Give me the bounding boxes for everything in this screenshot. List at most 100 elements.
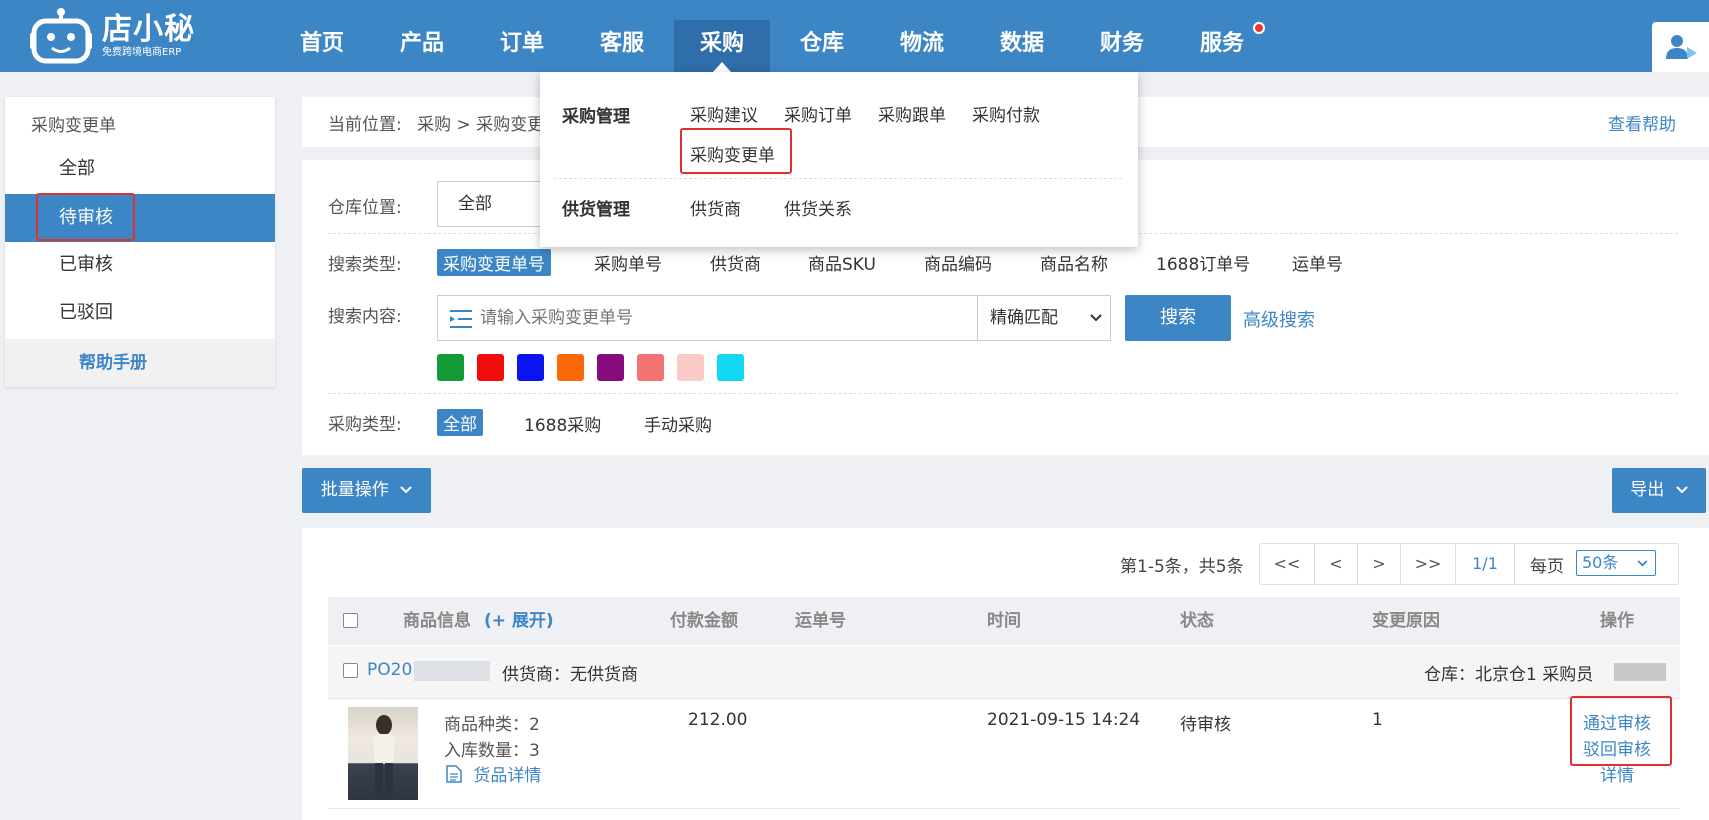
sidebar-item-all[interactable]: 全部 bbox=[5, 145, 275, 193]
payment-amount: 212.00 bbox=[688, 710, 748, 730]
product-image-icon bbox=[374, 715, 394, 797]
search-type-tracking[interactable]: 运单号 bbox=[1292, 250, 1343, 275]
logo[interactable]: 店小秘 免费跨境电商ERP bbox=[30, 0, 195, 72]
breadcrumb-purchase[interactable]: 采购 bbox=[417, 115, 451, 135]
product-kinds: 商品种类：2 bbox=[444, 715, 540, 735]
search-input-box[interactable] bbox=[437, 295, 978, 341]
color-swatch-red[interactable] bbox=[477, 354, 504, 381]
goods-detail-link[interactable]: 货品详情 bbox=[446, 761, 541, 786]
robot-logo-icon bbox=[30, 7, 92, 65]
nav-services[interactable]: 服务 bbox=[1190, 20, 1254, 72]
sidebar: 采购变更单 全部 待审核 已审核 已驳回 帮助手册 bbox=[5, 97, 275, 387]
select-all-checkbox[interactable] bbox=[343, 613, 358, 628]
color-swatch-salmon[interactable] bbox=[637, 354, 664, 381]
purchase-dropdown-menu: 采购管理 采购建议 采购订单 采购跟单 采购付款 采购变更单 供货管理 供货商 … bbox=[540, 72, 1138, 247]
batch-operations-button[interactable]: 批量操作 bbox=[302, 468, 431, 513]
chevron-down-icon bbox=[1090, 314, 1102, 322]
batch-operations-label: 批量操作 bbox=[320, 480, 389, 500]
color-swatch-green[interactable] bbox=[437, 354, 464, 381]
search-content-label: 搜索内容: bbox=[328, 307, 402, 327]
menu-item-suppliers[interactable]: 供货商 bbox=[690, 195, 741, 220]
export-label: 导出 bbox=[1630, 480, 1665, 500]
nav-warehouse[interactable]: 仓库 bbox=[790, 20, 854, 72]
search-button[interactable]: 搜索 bbox=[1125, 295, 1231, 341]
pager-prev[interactable]: < bbox=[1314, 543, 1358, 585]
menu-item-supply-relations[interactable]: 供货关系 bbox=[784, 195, 852, 220]
color-swatch-pink[interactable] bbox=[677, 354, 704, 381]
search-type-name[interactable]: 商品名称 bbox=[1040, 250, 1108, 275]
per-page-select[interactable]: 50条 bbox=[1576, 550, 1656, 576]
notification-dot bbox=[1253, 22, 1265, 34]
per-page-label: 每页 bbox=[1530, 557, 1564, 577]
list-icon bbox=[450, 310, 472, 328]
purchase-type-1688[interactable]: 1688采购 bbox=[524, 411, 601, 436]
expand-toggle[interactable]: (+ 展开) bbox=[484, 597, 554, 645]
chevron-down-icon bbox=[1637, 560, 1648, 567]
breadcrumb-prefix: 当前位置: bbox=[328, 115, 402, 135]
color-swatch-cyan[interactable] bbox=[717, 354, 744, 381]
nav-customer-service[interactable]: 客服 bbox=[590, 20, 654, 72]
dropdown-divider bbox=[554, 178, 1122, 179]
match-mode-select[interactable]: 精确匹配 bbox=[977, 295, 1111, 341]
logo-name: 店小秘 bbox=[102, 12, 195, 47]
th-amount: 付款金额 bbox=[670, 611, 738, 631]
search-type-label: 搜索类型: bbox=[328, 255, 402, 275]
nav-finance[interactable]: 财务 bbox=[1090, 20, 1154, 72]
menu-item-purchase-suggestion[interactable]: 采购建议 bbox=[690, 101, 758, 126]
sidebar-item-reviewed[interactable]: 已审核 bbox=[5, 241, 275, 289]
search-type-po-no[interactable]: 采购单号 bbox=[594, 250, 662, 275]
match-mode-value: 精确匹配 bbox=[990, 308, 1058, 328]
pager-last[interactable]: >> bbox=[1400, 543, 1456, 585]
search-type-code[interactable]: 商品编码 bbox=[924, 250, 992, 275]
color-swatch-orange[interactable] bbox=[557, 354, 584, 381]
nav-orders[interactable]: 订单 bbox=[490, 20, 554, 72]
goods-detail-label: 货品详情 bbox=[473, 766, 542, 786]
pager-summary: 第1-5条，共5条 bbox=[1120, 557, 1244, 577]
th-reason: 变更原因 bbox=[1372, 611, 1440, 631]
purchase-type-all[interactable]: 全部 bbox=[437, 409, 483, 436]
group-checkbox[interactable] bbox=[343, 663, 358, 678]
pager-current-page[interactable]: 1/1 bbox=[1455, 543, 1515, 585]
menu-item-purchase-order[interactable]: 采购订单 bbox=[784, 101, 852, 126]
user-menu[interactable] bbox=[1652, 22, 1709, 72]
po-number-link[interactable]: PO20 bbox=[367, 660, 412, 680]
nav-home[interactable]: 首页 bbox=[290, 20, 354, 72]
nav-products[interactable]: 产品 bbox=[390, 20, 454, 72]
color-swatch-blue[interactable] bbox=[517, 354, 544, 381]
highlight-box-pending bbox=[36, 193, 135, 241]
search-type-change-no[interactable]: 采购变更单号 bbox=[437, 249, 551, 276]
sidebar-item-rejected[interactable]: 已驳回 bbox=[5, 289, 275, 337]
menu-item-purchase-payment[interactable]: 采购付款 bbox=[972, 101, 1040, 126]
product-thumbnail[interactable] bbox=[348, 707, 418, 800]
export-button[interactable]: 导出 bbox=[1612, 468, 1706, 513]
pager-first[interactable]: << bbox=[1259, 543, 1315, 585]
purchase-type-manual[interactable]: 手动采购 bbox=[644, 411, 712, 436]
sidebar-help-manual[interactable]: 帮助手册 bbox=[5, 339, 275, 387]
color-swatches bbox=[437, 354, 744, 381]
logo-subtitle: 免费跨境电商ERP bbox=[102, 47, 182, 58]
top-nav-bar bbox=[0, 0, 1709, 72]
view-help-link[interactable]: 查看帮助 bbox=[1608, 110, 1676, 135]
advanced-search-link[interactable]: 高级搜索 bbox=[1243, 306, 1315, 332]
dropdown-group-purchase-mgmt: 采购管理 bbox=[562, 107, 630, 127]
th-tracking: 运单号 bbox=[795, 611, 846, 631]
breadcrumb: 当前位置: 采购 > 采购变更单 bbox=[328, 110, 561, 135]
search-input[interactable] bbox=[480, 304, 970, 332]
search-type-sku[interactable]: 商品SKU bbox=[808, 250, 876, 275]
purchase-type-label: 采购类型: bbox=[328, 415, 402, 435]
warehouse-select[interactable]: 全部 bbox=[437, 181, 557, 227]
color-swatch-purple[interactable] bbox=[597, 354, 624, 381]
nav-logistics[interactable]: 物流 bbox=[890, 20, 954, 72]
row-status: 待审核 bbox=[1180, 715, 1231, 735]
menu-item-purchase-tracking[interactable]: 采购跟单 bbox=[878, 101, 946, 126]
breadcrumb-separator: > bbox=[456, 115, 471, 135]
dropdown-group-supply-mgmt: 供货管理 bbox=[562, 200, 630, 220]
row-time: 2021-09-15 14:24 bbox=[987, 710, 1141, 730]
warehouse-label: 仓库位置: bbox=[328, 198, 402, 218]
search-type-1688-order[interactable]: 1688订单号 bbox=[1156, 250, 1250, 275]
search-type-supplier[interactable]: 供货商 bbox=[710, 250, 761, 275]
nav-data[interactable]: 数据 bbox=[990, 20, 1054, 72]
pager-next[interactable]: > bbox=[1357, 543, 1401, 585]
user-icon bbox=[1666, 35, 1697, 59]
th-time: 时间 bbox=[987, 611, 1021, 631]
